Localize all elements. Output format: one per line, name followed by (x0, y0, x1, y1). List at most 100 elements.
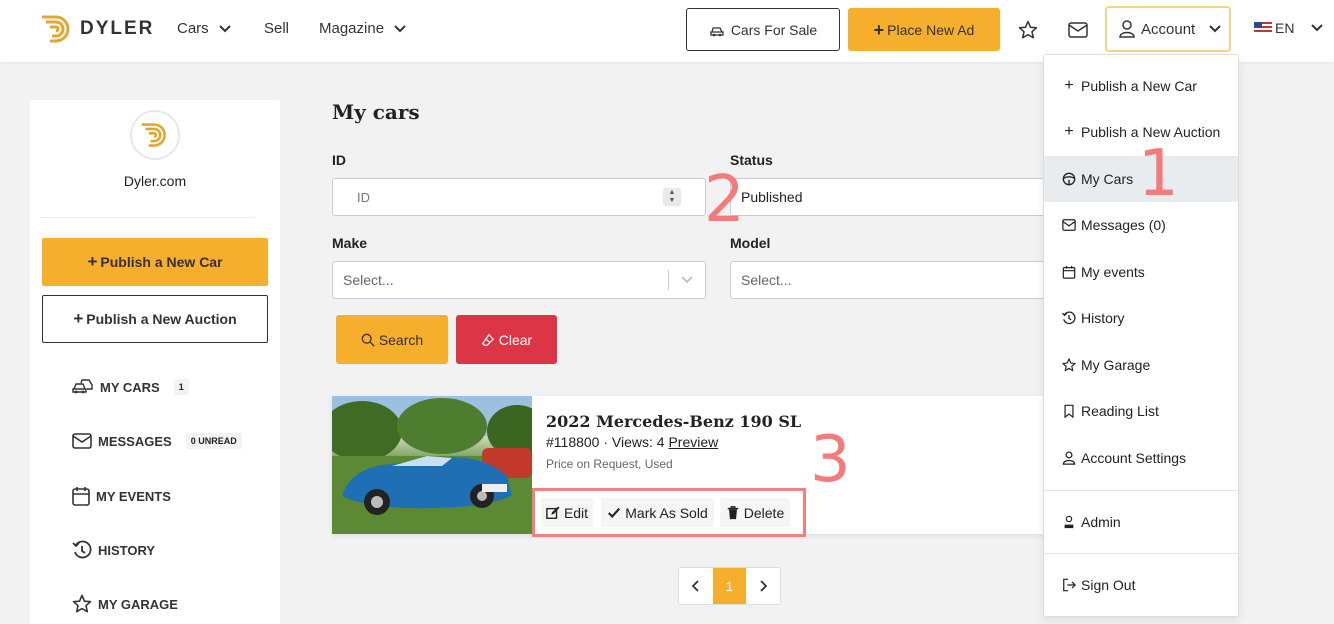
menu-divider (1044, 553, 1238, 554)
prev-page-button[interactable] (679, 568, 713, 604)
preview-link[interactable]: Preview (668, 434, 718, 450)
nav-cars-label: Cars (177, 20, 209, 37)
bookmark-icon (1064, 404, 1074, 418)
nav-magazine[interactable]: Magazine (319, 20, 406, 37)
annotation-number-1: 1 (1138, 137, 1179, 211)
menu-item-my-events[interactable]: My events (1044, 249, 1238, 295)
sidebar-item-label: MY EVENTS (96, 488, 171, 504)
model-select[interactable]: Select... (730, 261, 1050, 299)
mail-icon (1062, 219, 1076, 231)
unread-badge: 0 UNREAD (185, 433, 242, 449)
menu-item-label: My Garage (1081, 357, 1151, 373)
publish-new-car-label: Publish a New Car (100, 254, 223, 270)
page-number-current[interactable]: 1 (713, 568, 746, 604)
menu-item-sign-out[interactable]: Sign Out (1044, 562, 1238, 608)
make-select[interactable]: Select... (332, 261, 706, 299)
messages-button[interactable] (1067, 19, 1089, 41)
clear-label: Clear (498, 331, 533, 348)
search-button[interactable]: Search (336, 315, 448, 364)
chevron-down-icon (681, 276, 693, 284)
eraser-icon (481, 333, 494, 346)
nav-cars[interactable]: Cars (177, 20, 231, 37)
id-label: ID (332, 152, 346, 168)
menu-item-label: Publish a New Car (1081, 78, 1197, 94)
nav-sell[interactable]: Sell (264, 20, 289, 37)
menu-item-history[interactable]: History (1044, 295, 1238, 341)
favorites-star-button[interactable] (1017, 19, 1039, 41)
history-icon (1062, 311, 1076, 325)
annotation-number-3: 3 (810, 423, 851, 497)
cars-for-sale-button[interactable]: Cars For Sale (686, 8, 840, 51)
car-photo[interactable] (332, 396, 532, 534)
select-separator (668, 270, 669, 290)
menu-item-account-settings[interactable]: Account Settings (1044, 435, 1238, 481)
account-menu-button[interactable]: Account (1105, 6, 1231, 52)
dyler-logo-icon (141, 123, 166, 147)
chevron-down-icon (1209, 25, 1221, 33)
admin-icon (1064, 515, 1074, 529)
sidebar-item-my-cars[interactable]: MY CARS 1 (72, 379, 189, 395)
delete-button[interactable]: Delete (720, 498, 790, 527)
car-photo-illustration (332, 396, 532, 534)
sidebar-item-my-garage[interactable]: MY GARAGE (72, 594, 178, 614)
count-badge: 1 (173, 379, 189, 395)
make-placeholder: Select... (343, 272, 394, 288)
sidebar-item-label: MESSAGES (98, 433, 172, 449)
search-label: Search (378, 331, 424, 348)
model-placeholder: Select... (741, 272, 792, 288)
status-select[interactable]: Published (730, 178, 1050, 216)
car-meta: #118800 · Views: 4 Preview (546, 434, 718, 450)
chevron-down-icon (218, 24, 231, 32)
dyler-logo-icon (42, 15, 70, 43)
id-field[interactable]: ID ▲ ▼ (332, 178, 706, 216)
plus-icon: + (873, 19, 885, 40)
publish-new-auction-button[interactable]: + Publish a New Auction (42, 295, 268, 343)
car-title[interactable]: 2022 Mercedes-Benz 190 SL (546, 412, 801, 431)
place-new-ad-button[interactable]: + Place New Ad (848, 8, 1000, 51)
trash-icon (727, 505, 739, 519)
language-selector[interactable]: EN (1254, 20, 1324, 36)
status-value: Published (741, 189, 803, 205)
place-new-ad-label: Place New Ad (887, 21, 975, 38)
model-label: Model (730, 235, 771, 251)
sign-out-icon (1063, 578, 1076, 592)
sidebar-item-history[interactable]: HISTORY (72, 540, 155, 560)
annotation-number-2: 2 (704, 163, 745, 237)
mail-icon (72, 433, 92, 449)
brand-logo[interactable]: DYLER (40, 13, 154, 45)
menu-item-label: Admin (1081, 514, 1121, 530)
divider (40, 217, 255, 218)
check-icon (608, 507, 621, 518)
publish-new-car-button[interactable]: + Publish a New Car (42, 238, 268, 286)
steering-wheel-icon (1062, 172, 1076, 186)
menu-item-admin[interactable]: Admin (1044, 499, 1238, 545)
menu-item-publish-car[interactable]: + Publish a New Car (1044, 63, 1238, 109)
cars-icon (72, 379, 93, 394)
calendar-icon (72, 487, 90, 506)
next-page-button[interactable] (746, 568, 780, 604)
edit-button[interactable]: Edit (541, 498, 593, 527)
menu-item-label: History (1081, 310, 1125, 326)
user-icon (1062, 451, 1076, 465)
mail-icon (1068, 22, 1088, 38)
menu-item-label: Account Settings (1081, 450, 1187, 466)
clear-button[interactable]: Clear (456, 315, 557, 364)
search-icon (361, 333, 375, 347)
calendar-icon (1062, 265, 1076, 279)
menu-item-reading-list[interactable]: Reading List (1044, 388, 1238, 434)
sidebar-item-messages[interactable]: MESSAGES 0 UNREAD (72, 433, 242, 449)
pagination: 1 (678, 567, 781, 605)
listing-id-views: #118800 · Views: 4 (546, 434, 665, 450)
menu-item-my-garage[interactable]: My Garage (1044, 342, 1238, 388)
cars-for-sale-label: Cars For Sale (730, 21, 818, 38)
mark-as-sold-button[interactable]: Mark As Sold (601, 498, 714, 527)
chevron-right-icon (760, 580, 768, 592)
number-stepper[interactable]: ▲ ▼ (663, 188, 681, 206)
nav-sell-label: Sell (264, 20, 290, 37)
user-icon (1119, 20, 1135, 38)
avatar (130, 110, 180, 160)
edit-icon (546, 505, 560, 519)
sidebar-item-label: MY CARS (100, 379, 160, 395)
sidebar-item-my-events[interactable]: MY EVENTS (72, 486, 171, 506)
chevron-left-icon (691, 580, 699, 592)
